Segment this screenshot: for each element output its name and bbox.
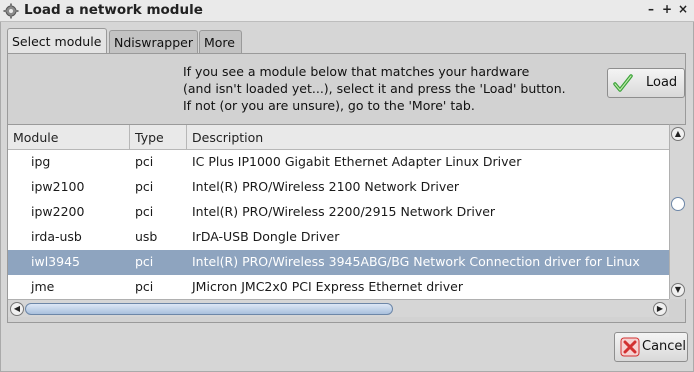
close-button[interactable]: × bbox=[675, 2, 691, 18]
info-text-line-2: (and isn't loaded yet...), select it and… bbox=[183, 81, 566, 96]
column-header-module[interactable]: Module bbox=[8, 125, 130, 150]
cancel-button[interactable]: Cancel bbox=[614, 332, 688, 362]
table-row-selected[interactable]: iwl3945 pci Intel(R) PRO/Wireless 3945AB… bbox=[8, 250, 669, 275]
horizontal-scroll-thumb[interactable] bbox=[25, 303, 393, 315]
table-row[interactable]: ipw2200 pci Intel(R) PRO/Wireless 2200/2… bbox=[8, 200, 669, 225]
cell-type: pci bbox=[135, 279, 154, 294]
vertical-scroll-thumb[interactable] bbox=[671, 197, 685, 211]
tab-select-module[interactable]: Select module bbox=[7, 28, 107, 54]
checkmark-icon bbox=[613, 74, 633, 92]
cell-description: JMicron JMC2x0 PCI Express Ethernet driv… bbox=[192, 279, 464, 294]
gear-icon bbox=[3, 3, 19, 19]
scroll-down-arrow-icon[interactable]: ▼ bbox=[671, 283, 685, 297]
column-header-description[interactable]: Description bbox=[187, 125, 669, 150]
window-title: Load a network module bbox=[24, 2, 203, 18]
cell-type: pci bbox=[135, 204, 154, 219]
load-button-label: Load bbox=[646, 75, 678, 90]
scroll-up-arrow-icon[interactable]: ▲ bbox=[671, 127, 685, 141]
cell-type: usb bbox=[135, 229, 158, 244]
select-module-panel: If you see a module below that matches y… bbox=[7, 53, 686, 323]
cell-module: iwl3945 bbox=[31, 254, 80, 269]
cell-description: Intel(R) PRO/Wireless 2200/2915 Network … bbox=[192, 204, 496, 219]
title-bar: Load a network module – + × bbox=[0, 0, 694, 22]
info-text-line-1: If you see a module below that matches y… bbox=[183, 64, 530, 79]
cell-type: pci bbox=[135, 179, 154, 194]
table-row[interactable]: ipw2100 pci Intel(R) PRO/Wireless 2100 N… bbox=[8, 175, 669, 200]
tab-ndiswrapper[interactable]: Ndiswrapper bbox=[109, 30, 198, 54]
column-header-type[interactable]: Type bbox=[130, 125, 187, 150]
cell-module: ipw2200 bbox=[31, 204, 85, 219]
cell-module: ipg bbox=[31, 154, 51, 169]
horizontal-scrollbar[interactable]: ◀ ▶ bbox=[8, 299, 669, 317]
cell-module: irda-usb bbox=[31, 229, 82, 244]
table-row[interactable]: irda-usb usb IrDA-USB Dongle Driver bbox=[8, 225, 669, 250]
cell-module: ipw2100 bbox=[31, 179, 85, 194]
minimize-button[interactable]: – bbox=[643, 2, 659, 18]
cell-description: IrDA-USB Dongle Driver bbox=[192, 229, 340, 244]
table-header: Module Type Description bbox=[8, 125, 669, 150]
cell-type: pci bbox=[135, 154, 154, 169]
table-row[interactable]: jme pci JMicron JMC2x0 PCI Express Ether… bbox=[8, 275, 669, 299]
maximize-button[interactable]: + bbox=[659, 2, 675, 18]
cross-icon bbox=[620, 337, 640, 357]
cell-module: jme bbox=[31, 279, 55, 294]
cell-description: IC Plus IP1000 Gigabit Ethernet Adapter … bbox=[192, 154, 522, 169]
info-text-line-3: If not (or you are unsure), go to the 'M… bbox=[183, 98, 475, 113]
tab-more[interactable]: More bbox=[199, 30, 242, 54]
scroll-left-arrow-icon[interactable]: ◀ bbox=[10, 302, 24, 316]
module-list[interactable]: Module Type Description ipg pci IC Plus … bbox=[8, 124, 669, 299]
vertical-scrollbar[interactable]: ▲ ▼ bbox=[669, 124, 686, 299]
cancel-button-label: Cancel bbox=[642, 339, 687, 354]
cell-description: Intel(R) PRO/Wireless 3945ABG/BG Network… bbox=[192, 254, 640, 269]
table-row[interactable]: ipg pci IC Plus IP1000 Gigabit Ethernet … bbox=[8, 150, 669, 175]
cell-description: Intel(R) PRO/Wireless 2100 Network Drive… bbox=[192, 179, 460, 194]
scroll-right-arrow-icon[interactable]: ▶ bbox=[653, 302, 667, 316]
load-button[interactable]: Load bbox=[607, 68, 685, 98]
cell-type: pci bbox=[135, 254, 154, 269]
